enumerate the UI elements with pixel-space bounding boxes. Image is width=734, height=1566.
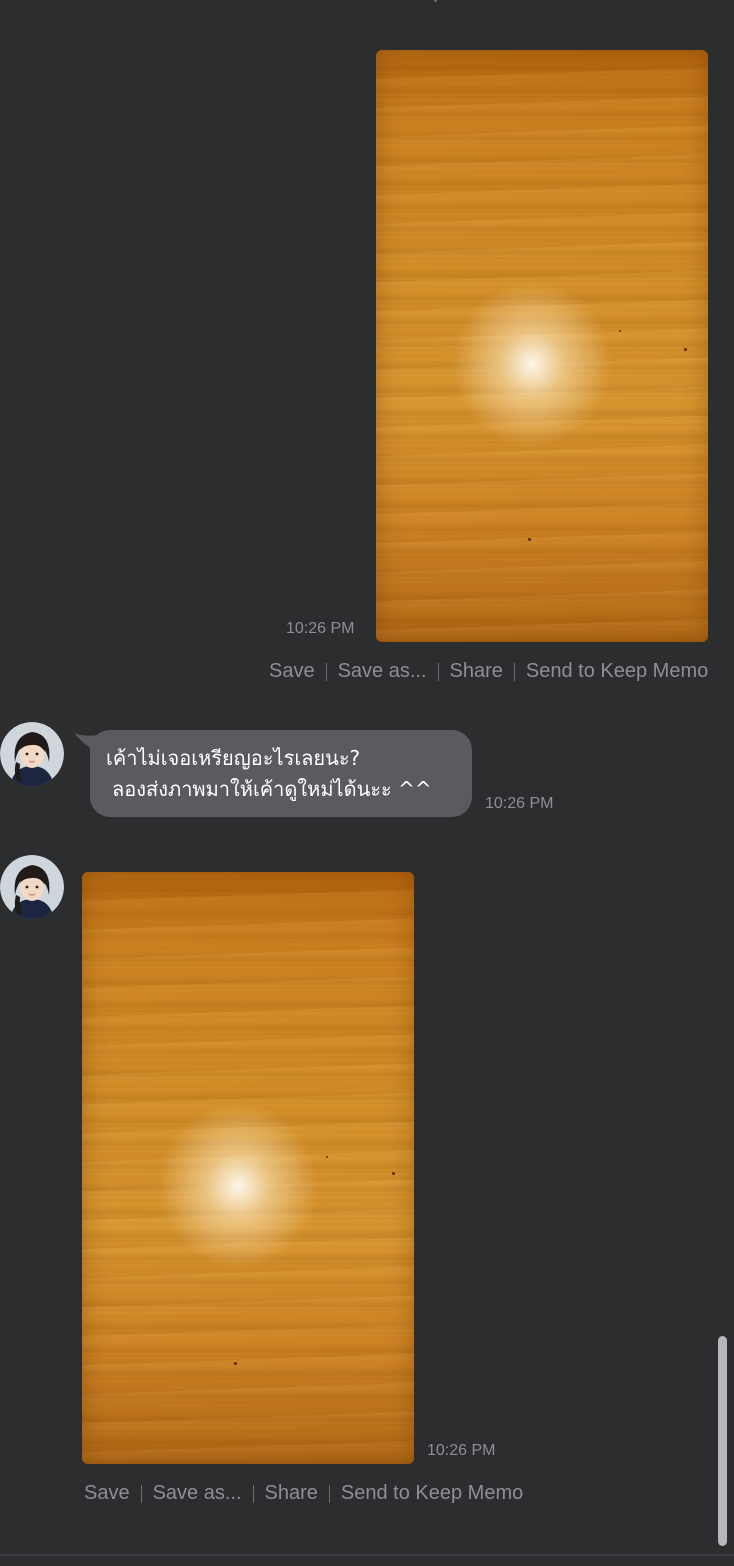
scrollbar-thumb[interactable]	[718, 1336, 727, 1546]
message-bubble[interactable]: เค้าไม่เจอเหรียญอะไรเลยนะ? ลองส่งภาพมาให…	[90, 730, 472, 817]
photo-actions-bar: Save Save as... Share Send to Keep Memo	[269, 660, 708, 683]
divider	[513, 662, 515, 681]
save-as-button[interactable]: Save as...	[338, 660, 427, 683]
save-as-button[interactable]: Save as...	[153, 1482, 242, 1505]
message-timestamp: 10:26 PM	[286, 620, 355, 637]
photo-detail	[234, 1362, 237, 1365]
divider	[437, 662, 439, 681]
photo-detail	[528, 538, 531, 541]
chat-window: 10:26 PM Save Save as... Share Send to K…	[0, 0, 734, 1566]
divider	[140, 1484, 142, 1503]
save-button[interactable]: Save	[269, 660, 315, 683]
user-avatar-icon[interactable]	[0, 722, 64, 786]
photo-actions-bar: Save Save as... Share Send to Keep Memo	[84, 1482, 523, 1505]
message-text-line: เค้าไม่เจอเหรียญอะไรเลยนะ?	[106, 746, 361, 770]
message-timestamp: 10:26 PM	[427, 1442, 496, 1459]
share-button[interactable]: Share	[265, 1482, 318, 1505]
message-timestamp: 10:26 PM	[485, 795, 554, 812]
photo-detail	[684, 348, 687, 351]
photo-detail	[619, 330, 621, 332]
photo-detail	[326, 1156, 328, 1158]
user-avatar-icon[interactable]	[0, 855, 64, 919]
divider	[0, 1554, 734, 1556]
send-to-keep-memo-button[interactable]: Send to Keep Memo	[526, 660, 708, 683]
divider	[325, 662, 327, 681]
previous-message-edge	[434, 0, 437, 2]
divider	[328, 1484, 330, 1503]
message-text-line: ลองส่งภาพมาให้เค้าดูใหม่ได้นะะ ^^	[112, 777, 432, 801]
photo-detail	[392, 1172, 395, 1175]
share-button[interactable]: Share	[450, 660, 503, 683]
sent-photo[interactable]	[376, 50, 708, 642]
send-to-keep-memo-button[interactable]: Send to Keep Memo	[341, 1482, 523, 1505]
divider	[252, 1484, 254, 1503]
received-photo[interactable]	[82, 872, 414, 1464]
save-button[interactable]: Save	[84, 1482, 130, 1505]
